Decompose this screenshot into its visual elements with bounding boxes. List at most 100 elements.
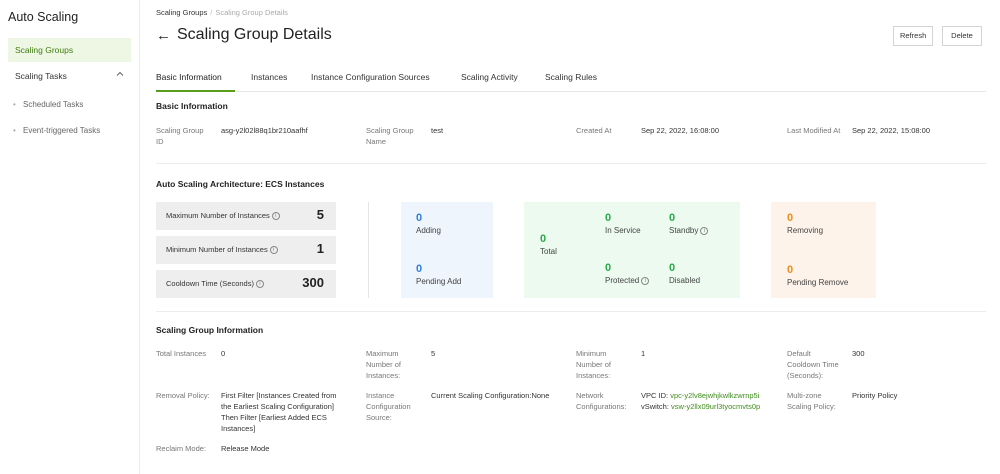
total-label: Total: [540, 247, 557, 256]
group-id-label: Scaling Group ID: [156, 125, 204, 147]
standby-label-text: Standby: [669, 226, 699, 235]
cooldown-box: Cooldown Time (Seconds) i 300: [156, 270, 336, 298]
removing-panel: 0 Removing 0 Pending Remove: [771, 202, 876, 298]
sidebar-title: Auto Scaling: [8, 10, 79, 24]
breadcrumb: Scaling Groups / Scaling Group Details: [156, 8, 288, 17]
sidebar-item-scaling-tasks[interactable]: Scaling Tasks: [15, 71, 67, 81]
vswitch-id-link[interactable]: vsw-y2llx09url3tyocmvts0p: [671, 402, 760, 411]
label-line: Network: [576, 391, 604, 400]
info-icon[interactable]: i: [269, 246, 278, 255]
min-instances-box: Minimum Number of Instances i 1: [156, 236, 336, 264]
max-instances-value: 5: [316, 207, 324, 222]
removing-label: Removing: [787, 226, 824, 235]
divider: [156, 163, 986, 164]
cooldown-label-text: Cooldown Time (Seconds): [166, 279, 254, 288]
group-name-value: test: [431, 126, 444, 135]
label-line: Cooldown Time: [787, 360, 839, 369]
tab-instance-configuration-sources[interactable]: Instance Configuration Sources: [311, 72, 430, 82]
disabled-label: Disabled: [669, 276, 701, 285]
sidebar-item-scheduled-tasks[interactable]: Scheduled Tasks: [13, 100, 83, 109]
min-instances-label: Minimum Number of Instances i: [166, 245, 278, 255]
disabled-count: 0: [669, 262, 676, 274]
removing-count: 0: [787, 212, 794, 224]
label-line: (Seconds):: [787, 371, 824, 380]
min-instances-info-value: 1: [641, 349, 646, 358]
label-line: Multi-zone: [787, 391, 822, 400]
created-label: Created At: [576, 126, 612, 135]
standby-label: Standby i: [669, 226, 709, 235]
label-line: Number of: [366, 360, 402, 369]
protected-label: Protected i: [605, 276, 650, 285]
modified-value: Sep 22, 2022, 15:08:00: [852, 126, 930, 135]
vswitch-prefix: vSwitch:: [641, 402, 669, 411]
in-service-count: 0: [605, 212, 612, 224]
network-config-label: Network Configurations:: [576, 390, 626, 412]
group-name-label-line2: Name: [366, 137, 387, 146]
group-id-value: asg-y2l02l88q1br210aafhf: [221, 126, 308, 135]
total-instances-value: 0: [221, 349, 226, 358]
refresh-button[interactable]: Refresh: [893, 26, 933, 46]
label-line: Minimum: [576, 349, 607, 358]
breadcrumb-separator: /: [210, 8, 213, 17]
config-source-label: Instance Configuration Source:: [366, 390, 411, 423]
total-instances-label: Total Instances: [156, 349, 207, 358]
tab-basic-information[interactable]: Basic Information: [156, 72, 222, 82]
label-line: Configurations:: [576, 402, 627, 411]
page-title: ← Scaling Group Details: [156, 26, 332, 44]
multizone-label: Multi-zone Scaling Policy:: [787, 390, 836, 412]
info-icon[interactable]: i: [255, 280, 264, 289]
group-id-label-line1: Scaling Group: [156, 126, 204, 135]
tab-instances[interactable]: Instances: [251, 72, 287, 82]
info-icon[interactable]: i: [700, 226, 709, 235]
config-source-value: Current Scaling Configuration:None: [431, 391, 550, 400]
max-instances-label-text: Maximum Number of Instances: [166, 211, 270, 220]
pending-add-count: 0: [416, 263, 423, 275]
info-icon[interactable]: i: [641, 276, 650, 285]
info-icon[interactable]: i: [271, 212, 280, 221]
pending-remove-count: 0: [787, 264, 794, 276]
reclaim-mode-value: Release Mode: [221, 444, 270, 453]
label-line: Instances:: [576, 371, 611, 380]
created-value: Sep 22, 2022, 16:08:00: [641, 126, 719, 135]
value-line: Then Filter [Earliest Added ECS: [221, 413, 327, 422]
cooldown-label: Cooldown Time (Seconds) i: [166, 279, 264, 289]
adding-count: 0: [416, 212, 423, 224]
pending-remove-label: Pending Remove: [787, 278, 849, 287]
group-info-title: Scaling Group Information: [156, 325, 264, 335]
cooldown-value: 300: [302, 275, 324, 290]
sidebar: Auto Scaling Scaling Groups Scaling Task…: [0, 0, 140, 474]
in-service-label: In Service: [605, 226, 641, 235]
modified-label: Last Modified At: [787, 126, 841, 135]
sidebar-item-event-triggered-tasks[interactable]: Event-triggered Tasks: [13, 126, 100, 135]
sidebar-item-scaling-groups[interactable]: Scaling Groups: [8, 38, 131, 62]
chevron-up-icon[interactable]: [116, 70, 124, 78]
cooldown-info-label: Default Cooldown Time (Seconds):: [787, 348, 839, 381]
group-id-label-line2: ID: [156, 137, 164, 146]
label-line: Instance: [366, 391, 395, 400]
protected-count: 0: [605, 262, 612, 274]
delete-button[interactable]: Delete: [942, 26, 982, 46]
protected-label-text: Protected: [605, 276, 640, 285]
basic-info-title: Basic Information: [156, 101, 228, 111]
cooldown-info-value: 300: [852, 349, 865, 358]
vpc-id-link[interactable]: vpc-y2lv8ejwhjkwlkzwrnp5i: [670, 391, 759, 400]
label-line: Default: [787, 349, 811, 358]
tab-bar: Basic Information Instances Instance Con…: [156, 64, 986, 92]
tab-scaling-rules[interactable]: Scaling Rules: [545, 72, 597, 82]
network-config-value: VPC ID: vpc-y2lv8ejwhjkwlkzwrnp5i vSwitc…: [641, 390, 760, 412]
tab-scaling-activity[interactable]: Scaling Activity: [461, 72, 518, 82]
standby-count: 0: [669, 212, 676, 224]
breadcrumb-current: Scaling Group Details: [215, 8, 288, 17]
max-instances-label: Maximum Number of Instances i: [166, 211, 280, 221]
value-line: the Earliest Scaling Configuration]: [221, 402, 334, 411]
adding-label: Adding: [416, 226, 441, 235]
max-instances-box: Maximum Number of Instances i 5: [156, 202, 336, 230]
pending-add-label: Pending Add: [416, 277, 462, 286]
label-line: Source:: [366, 413, 392, 422]
label-line: Number of: [576, 360, 612, 369]
reclaim-mode-label: Reclaim Mode:: [156, 444, 207, 453]
vpc-prefix: VPC ID:: [641, 391, 669, 400]
breadcrumb-root[interactable]: Scaling Groups: [156, 8, 207, 17]
divider: [156, 311, 986, 312]
back-arrow-icon[interactable]: ←: [156, 27, 171, 44]
